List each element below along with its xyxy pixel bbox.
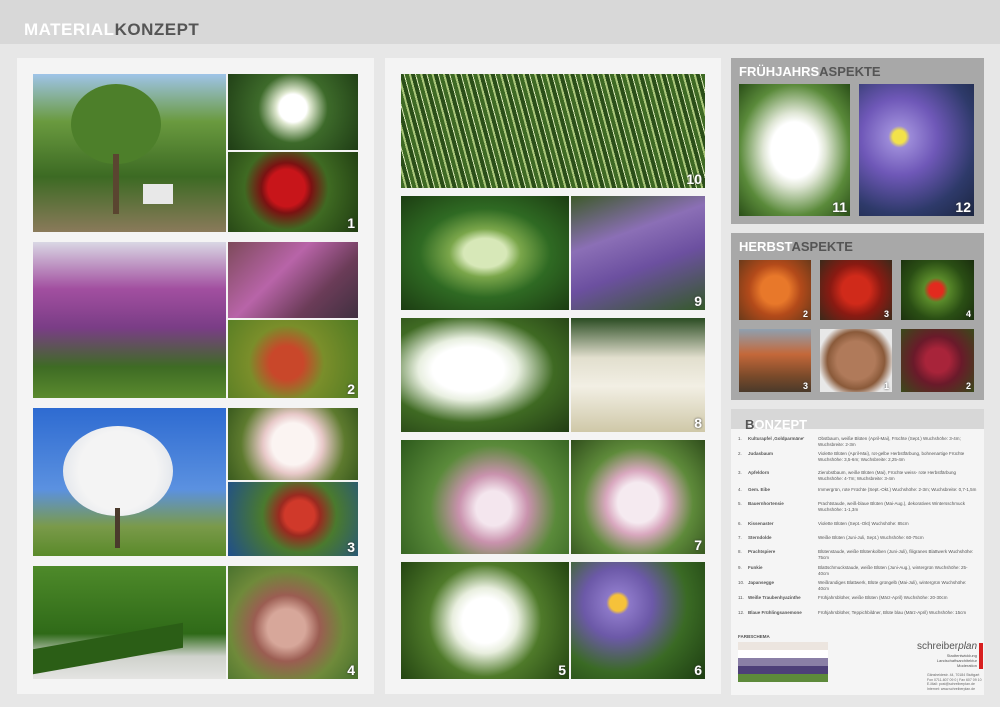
photo-number: 4 [347,662,355,678]
photo-sterndolde-detail: 7 [571,440,705,554]
photo-number: 10 [686,171,702,187]
photo-herbst-2: 3 [820,260,892,320]
konzept-header: KONZEPT B [731,409,984,432]
photo-number: 3 [347,539,355,555]
photo-kulturapfel-tree [33,74,226,232]
page-title: MATERIALKONZEPT [24,20,199,40]
photo-number: 8 [694,415,702,431]
logo-subtitle: Stadtentwicklung Landschaftsarchitektur … [936,653,977,668]
fruehjahr-title: FRÜHJAHRSASPEKTE [739,64,881,79]
photo-sterndolde [401,440,569,554]
title-dark: KONZEPT [114,20,200,39]
photo-herbst-3: 4 [901,260,974,320]
photo-number: 7 [694,537,702,553]
herbst-panel: HERBSTASPEKTE 2 3 4 3 1 2 [731,233,984,400]
photo-eibe-hecke [33,566,226,679]
photo-number: 5 [558,662,566,678]
photo-rote-fruechte: 1 [228,152,358,232]
photo-number: 6 [694,662,702,678]
logo: schreiberplan [917,641,978,652]
color-swatch [738,666,828,674]
photo-number: 2 [347,381,355,397]
color-swatch [738,658,828,666]
photo-apfelbluete [228,408,358,480]
color-swatch [738,650,828,658]
photo-weisse-bluete [228,74,358,150]
address: Gänsheidestr. 44, 70184 Stuttgart Fon 07… [927,673,982,691]
photo-traubenhyazinthe: 11 [739,84,850,216]
photo-bauernhortensie: 5 [401,562,569,679]
photo-funkie-blatt [401,196,569,310]
photo-number: 12 [955,199,971,215]
photo-kissenaster: 6 [571,562,705,679]
photo-herbst-6: 2 [901,329,974,392]
photo-herbst-5: 1 [820,329,892,392]
photo-aepfel: 3 [228,482,358,556]
photo-japansegge: 10 [401,74,705,188]
color-swatch [738,642,828,650]
konzept-panel: KONZEPT B 1. Kulturapfel ‚Goldparmäne' Obs… [731,409,984,695]
logo-bar [979,643,983,669]
photo-number: 11 [832,199,847,215]
herbst-title: HERBSTASPEKTE [739,239,853,254]
photo-judasbaum-herbst: 2 [228,320,358,398]
fruehjahr-panel: FRÜHJAHRSASPEKTE 11 12 [731,58,984,224]
photo-apfeldorn [33,408,226,556]
farbschema-label: FARBSCHEMA [738,634,770,639]
photo-judasbaum-bluete [228,242,358,318]
photo-number: 1 [347,215,355,231]
photo-prachtspiere-weiss [401,318,569,432]
photo-judasbaum [33,242,226,398]
photo-number: 9 [694,293,702,309]
photo-herbst-4: 3 [739,329,811,392]
color-swatch [738,674,828,682]
title-light: MATERIAL [24,20,115,39]
poster: MATERIALKONZEPT 1 2 3 4 10 9 8 7 5 6 FRÜ… [0,0,1000,707]
photo-eibe-zweig: 4 [228,566,358,679]
photo-prachtspiere-detail: 8 [571,318,705,432]
photo-fruehlingsanemone: 12 [859,84,974,216]
photo-herbst-1: 2 [739,260,811,320]
photo-funkie-bluete: 9 [571,196,705,310]
